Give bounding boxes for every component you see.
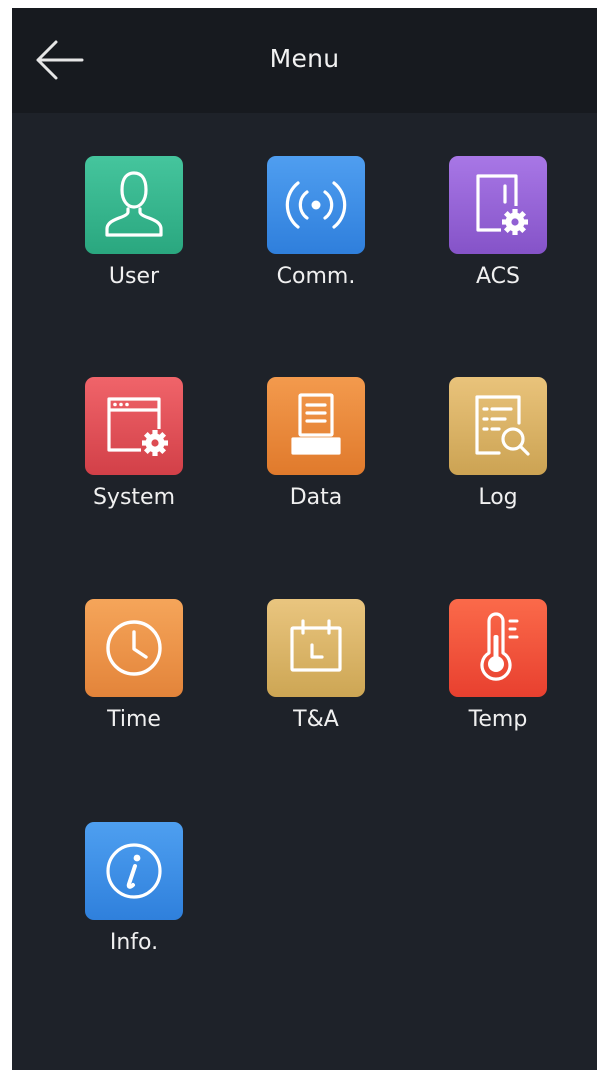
menu-item-label: System	[92, 485, 176, 510]
page-title: Menu	[269, 44, 340, 73]
info-icon	[85, 822, 183, 920]
menu-item-label: Comm.	[276, 264, 356, 289]
header-bar: Menu	[12, 8, 597, 113]
menu-item-data[interactable]: Data	[246, 377, 386, 527]
menu-item-label: Info.	[109, 930, 159, 955]
menu-item-label: Temp	[468, 707, 528, 732]
menu-item-label: Data	[289, 485, 343, 510]
menu-item-ta[interactable]: T&A	[246, 599, 386, 749]
menu-item-acs[interactable]: ACS	[428, 156, 568, 306]
user-icon	[85, 156, 183, 254]
calendar-icon	[267, 599, 365, 697]
menu-item-label: User	[108, 264, 160, 289]
door-gear-icon	[449, 156, 547, 254]
menu-item-log[interactable]: Log	[428, 377, 568, 527]
menu-item-label: T&A	[293, 707, 339, 732]
menu-screen: Menu User Comm. ACS System Data Log Time…	[12, 8, 597, 1070]
menu-item-time[interactable]: Time	[64, 599, 204, 749]
menu-item-comm[interactable]: Comm.	[246, 156, 386, 306]
clock-icon	[85, 599, 183, 697]
menu-item-label: Log	[478, 485, 518, 510]
document-search-icon	[449, 377, 547, 475]
menu-item-label: ACS	[476, 264, 520, 289]
menu-item-system[interactable]: System	[64, 377, 204, 527]
database-document-icon	[267, 377, 365, 475]
thermometer-icon	[449, 599, 547, 697]
menu-item-temp[interactable]: Temp	[428, 599, 568, 749]
menu-item-label: Time	[107, 707, 161, 732]
wireless-signal-icon	[267, 156, 365, 254]
window-gear-icon	[85, 377, 183, 475]
menu-item-info[interactable]: Info.	[64, 822, 204, 972]
menu-item-user[interactable]: User	[64, 156, 204, 306]
